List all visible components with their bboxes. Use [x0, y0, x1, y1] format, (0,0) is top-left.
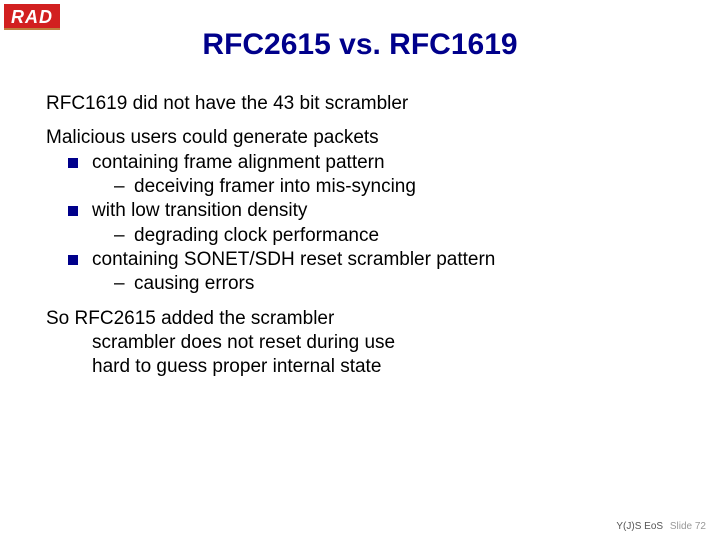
slide-body: RFC1619 did not have the 43 bit scramble… — [46, 92, 680, 379]
bullet-2-sub: – degrading clock performance — [46, 224, 680, 248]
bullet-2: with low transition density — [46, 199, 680, 223]
bullet-3-sub-text: causing errors — [134, 272, 254, 296]
bullet-3: containing SONET/SDH reset scrambler pat… — [46, 248, 680, 272]
slide-footer: Y(J)S EoS Slide 72 — [616, 521, 706, 532]
paragraph-3-line-2: scrambler does not reset during use — [46, 331, 680, 355]
paragraph-3-line-3: hard to guess proper internal state — [46, 355, 680, 379]
footer-slide-number: Slide 72 — [670, 521, 706, 532]
bullet-3-text: containing SONET/SDH reset scrambler pat… — [92, 248, 495, 272]
footer-label: Y(J)S EoS — [616, 521, 663, 532]
dash-icon: – — [114, 224, 128, 248]
slide-title: RFC2615 vs. RFC1619 — [0, 28, 720, 62]
dash-icon: – — [114, 175, 128, 199]
bullet-2-sub-text: degrading clock performance — [134, 224, 379, 248]
paragraph-3-line-1: So RFC2615 added the scrambler — [46, 307, 680, 331]
square-bullet-icon — [68, 206, 78, 216]
bullet-2-text: with low transition density — [92, 199, 307, 223]
bullet-1-sub: – deceiving framer into mis-syncing — [46, 175, 680, 199]
bullet-1-sub-text: deceiving framer into mis-syncing — [134, 175, 416, 199]
bullet-3-sub: – causing errors — [46, 272, 680, 296]
paragraph-2-intro: Malicious users could generate packets — [46, 126, 680, 150]
square-bullet-icon — [68, 158, 78, 168]
dash-icon: – — [114, 272, 128, 296]
brand-logo: RAD — [4, 4, 60, 30]
bullet-1-text: containing frame alignment pattern — [92, 151, 385, 175]
paragraph-1: RFC1619 did not have the 43 bit scramble… — [46, 92, 680, 116]
bullet-1: containing frame alignment pattern — [46, 151, 680, 175]
square-bullet-icon — [68, 255, 78, 265]
